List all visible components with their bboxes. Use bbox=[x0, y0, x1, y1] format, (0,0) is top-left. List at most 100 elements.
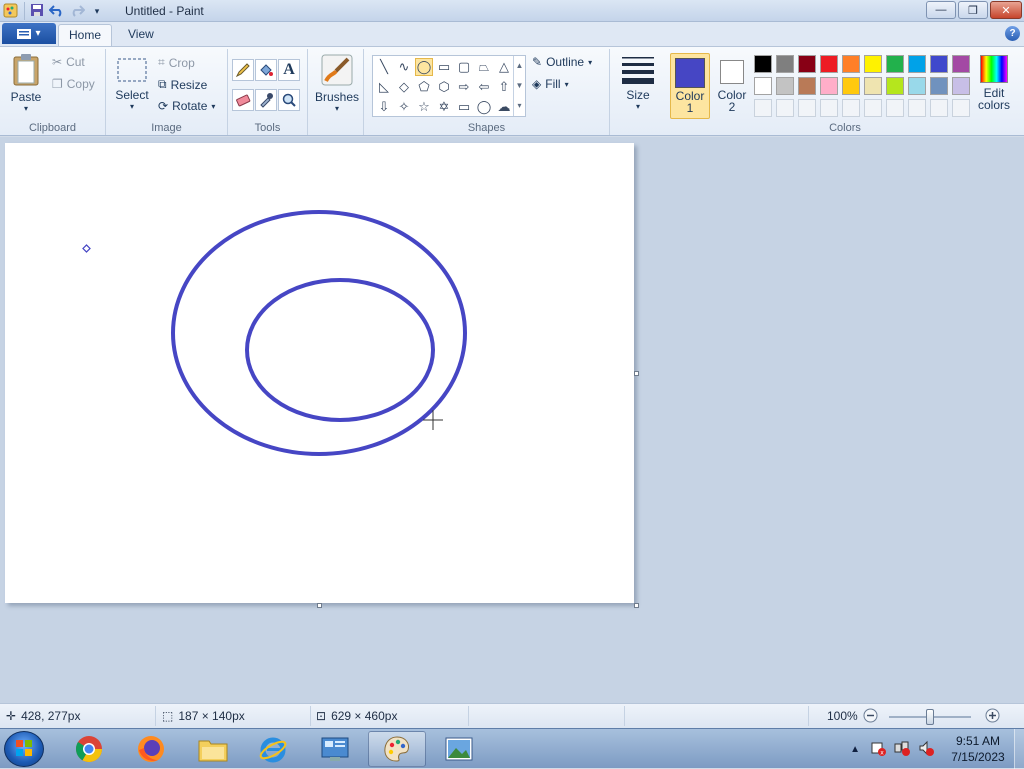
oval-callout-shape-icon[interactable]: ◯ bbox=[475, 98, 493, 116]
copy-button[interactable]: ❐ Copy bbox=[52, 77, 95, 91]
palette-swatch[interactable] bbox=[930, 77, 948, 95]
palette-swatch[interactable] bbox=[820, 77, 838, 95]
cloud-callout-shape-icon[interactable]: ☁ bbox=[495, 98, 513, 116]
paste-button[interactable]: Paste ▾ bbox=[6, 53, 46, 117]
palette-swatch[interactable] bbox=[886, 55, 904, 73]
resize-handle-right[interactable] bbox=[634, 371, 639, 376]
hexagon-shape-icon[interactable]: ⬡ bbox=[435, 78, 453, 96]
redo-icon[interactable] bbox=[69, 3, 86, 19]
palette-swatch[interactable] bbox=[842, 55, 860, 73]
palette-swatch[interactable] bbox=[908, 55, 926, 73]
shapes-scroll[interactable]: ▲ ▼ ▾ bbox=[513, 56, 525, 116]
cut-button[interactable]: ✂ Cut bbox=[52, 55, 85, 69]
resize-handle-corner[interactable] bbox=[634, 603, 639, 608]
clock[interactable]: 9:51 AM 7/15/2023 bbox=[942, 733, 1014, 765]
palette-swatch[interactable] bbox=[842, 77, 860, 95]
rotate-button[interactable]: ⟳ Rotate ▾ bbox=[158, 99, 215, 113]
select-button[interactable]: Select ▾ bbox=[112, 55, 152, 117]
right-arrow-shape-icon[interactable]: ⇨ bbox=[455, 78, 473, 96]
zoom-out-button[interactable] bbox=[863, 708, 878, 723]
custom-color-slot[interactable] bbox=[776, 99, 794, 117]
color-picker-icon[interactable] bbox=[255, 89, 277, 111]
line-shape-icon[interactable]: ╲ bbox=[375, 58, 393, 76]
help-icon[interactable]: ? bbox=[1005, 26, 1020, 41]
restore-button[interactable]: ❐ bbox=[958, 1, 988, 19]
tab-home[interactable]: Home bbox=[58, 24, 113, 46]
size-button[interactable]: Size ▾ bbox=[618, 53, 658, 119]
palette-swatch[interactable] bbox=[864, 55, 882, 73]
palette-swatch[interactable] bbox=[930, 55, 948, 73]
start-button[interactable] bbox=[4, 731, 44, 767]
custom-color-slot[interactable] bbox=[842, 99, 860, 117]
palette-swatch[interactable] bbox=[864, 77, 882, 95]
palette-swatch[interactable] bbox=[952, 77, 970, 95]
resize-handle-bottom[interactable] bbox=[317, 603, 322, 608]
custom-color-slot[interactable] bbox=[864, 99, 882, 117]
left-arrow-shape-icon[interactable]: ⇦ bbox=[475, 78, 493, 96]
brushes-button[interactable]: Brushes ▾ bbox=[314, 53, 360, 119]
action-center-icon[interactable]: x bbox=[870, 740, 886, 759]
custom-color-slot[interactable] bbox=[908, 99, 926, 117]
crop-button[interactable]: ⌗ Crop bbox=[158, 55, 195, 70]
paint-menu-button[interactable]: ▾ bbox=[2, 23, 56, 44]
custom-color-slot[interactable] bbox=[952, 99, 970, 117]
network-icon[interactable] bbox=[894, 740, 910, 759]
down-arrow-shape-icon[interactable]: ⇩ bbox=[375, 98, 393, 116]
palette-swatch[interactable] bbox=[754, 77, 772, 95]
fill-bucket-icon[interactable] bbox=[255, 59, 277, 81]
canvas-area[interactable] bbox=[0, 137, 1024, 703]
explorer-taskbar-button[interactable] bbox=[184, 731, 242, 767]
palette-swatch[interactable] bbox=[798, 55, 816, 73]
magnifier-icon[interactable] bbox=[278, 89, 300, 111]
drawing-canvas[interactable] bbox=[5, 143, 634, 603]
customize-qat-icon[interactable]: ▾ bbox=[89, 3, 105, 19]
show-desktop-button[interactable] bbox=[1014, 729, 1024, 769]
undo-icon[interactable] bbox=[48, 3, 65, 19]
fill-button[interactable]: ◈ Fill ▾ bbox=[532, 77, 569, 91]
edit-colors-button[interactable]: Edit colors bbox=[974, 53, 1014, 119]
four-point-star-shape-icon[interactable]: ✧ bbox=[395, 98, 413, 116]
save-icon[interactable] bbox=[29, 3, 45, 19]
diamond-shape-icon[interactable]: ◇ bbox=[395, 78, 413, 96]
custom-color-slot[interactable] bbox=[930, 99, 948, 117]
up-arrow-shape-icon[interactable]: ⇧ bbox=[495, 78, 513, 96]
palette-swatch[interactable] bbox=[776, 77, 794, 95]
firefox-taskbar-button[interactable] bbox=[122, 731, 180, 767]
polygon-shape-icon[interactable]: ⏢ bbox=[475, 58, 493, 76]
control-panel-taskbar-button[interactable] bbox=[306, 731, 364, 767]
eraser-icon[interactable] bbox=[232, 89, 254, 111]
custom-color-slot[interactable] bbox=[820, 99, 838, 117]
minimize-button[interactable]: — bbox=[926, 1, 956, 19]
six-point-star-shape-icon[interactable]: ✡ bbox=[435, 98, 453, 116]
palette-swatch[interactable] bbox=[820, 55, 838, 73]
zoom-slider-thumb[interactable] bbox=[926, 709, 934, 725]
five-point-star-shape-icon[interactable]: ☆ bbox=[415, 98, 433, 116]
paint-taskbar-button[interactable] bbox=[368, 731, 426, 767]
ie-taskbar-button[interactable] bbox=[244, 731, 302, 767]
color2-button[interactable]: Color 2 bbox=[712, 53, 752, 119]
custom-color-slot[interactable] bbox=[754, 99, 772, 117]
palette-swatch[interactable] bbox=[908, 77, 926, 95]
volume-muted-icon[interactable] bbox=[918, 740, 934, 759]
triangle-shape-icon[interactable]: △ bbox=[495, 58, 513, 76]
palette-swatch[interactable] bbox=[952, 55, 970, 73]
palette-swatch[interactable] bbox=[798, 77, 816, 95]
color1-button[interactable]: Color 1 bbox=[670, 53, 710, 119]
text-tool-icon[interactable]: A bbox=[278, 59, 300, 81]
zoom-in-button[interactable] bbox=[985, 708, 1000, 723]
rectangle-shape-icon[interactable]: ▭ bbox=[435, 58, 453, 76]
palette-swatch[interactable] bbox=[886, 77, 904, 95]
rect-callout-shape-icon[interactable]: ▭ bbox=[455, 98, 473, 116]
photo-viewer-taskbar-button[interactable] bbox=[430, 731, 488, 767]
close-button[interactable]: ✕ bbox=[990, 1, 1022, 19]
pentagon-shape-icon[interactable]: ⬠ bbox=[415, 78, 433, 96]
tab-view[interactable]: View bbox=[118, 24, 164, 46]
show-hidden-icons-icon[interactable]: ▲ bbox=[850, 744, 860, 755]
custom-color-slot[interactable] bbox=[798, 99, 816, 117]
rounded-rectangle-shape-icon[interactable]: ▢ bbox=[455, 58, 473, 76]
oval-shape-icon[interactable]: ◯ bbox=[415, 58, 433, 76]
resize-button[interactable]: ⧉ Resize bbox=[158, 77, 207, 92]
palette-swatch[interactable] bbox=[776, 55, 794, 73]
pencil-icon[interactable] bbox=[232, 59, 254, 81]
palette-swatch[interactable] bbox=[754, 55, 772, 73]
